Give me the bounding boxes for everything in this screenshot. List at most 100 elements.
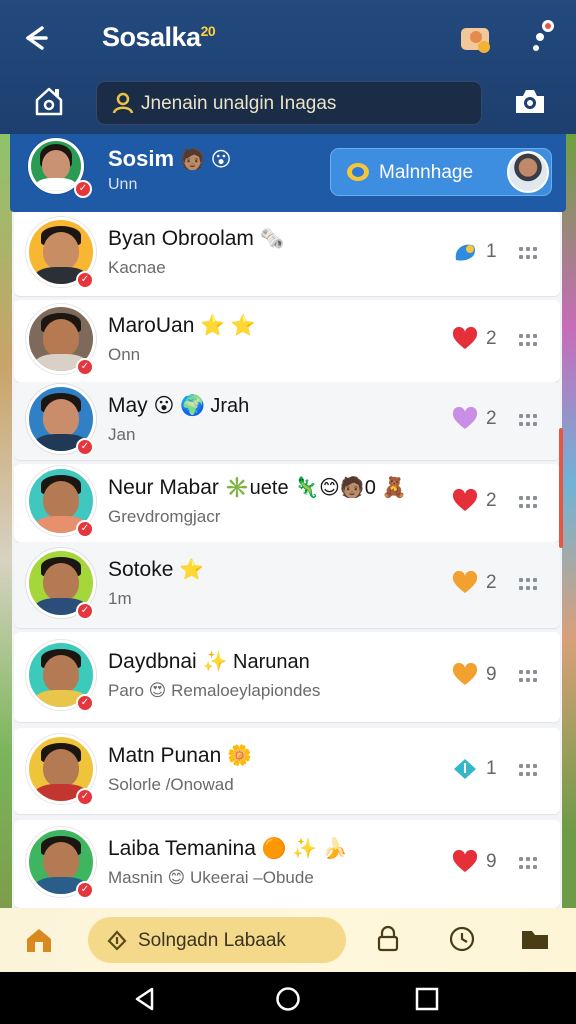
bottom-navigation: Solngadn Labaak [0, 908, 576, 972]
search-input[interactable]: Jnenain unalgin Inagas [96, 81, 482, 125]
reaction-count: 2 [486, 408, 497, 429]
search-pill-label: Solngadn Labaak [138, 930, 286, 951]
contact-name: Neur Mabar ✳️uete 🦎😊🧑🏽0 🧸 [108, 475, 406, 500]
search-placeholder: Jnenain unalgin Inagas [141, 93, 337, 114]
contact-name: Byan Obroolam 🗞️ [108, 226, 285, 251]
reaction-icon[interactable] [452, 662, 478, 687]
list-item[interactable]: ✓ Daydbnai ✨ Narunan Paro 😍 Remaloeylapion… [14, 632, 560, 722]
contact-subtitle-text: Solorle /Onowad [108, 775, 234, 794]
more-icon[interactable] [519, 414, 539, 428]
contact-subtitle: Solorle /Onowad [108, 775, 234, 795]
reaction-icon[interactable] [452, 757, 478, 781]
pinned-subtitle: Unn [108, 176, 138, 193]
contact-name-text: Daydbnai [108, 650, 197, 673]
system-back-icon[interactable] [132, 986, 158, 1012]
reaction-icon[interactable] [452, 570, 478, 595]
lock-icon[interactable] [374, 925, 402, 953]
status-badge: ✓ [76, 788, 94, 806]
status-badge: ✓ [76, 271, 94, 289]
more-icon[interactable] [519, 496, 539, 510]
reaction-icon[interactable] [452, 406, 478, 431]
contact-subtitle-text: Kacnae [108, 258, 166, 277]
reaction-count: 9 [486, 664, 497, 685]
back-icon[interactable] [18, 20, 54, 56]
reaction-count: 1 [486, 758, 497, 779]
status-badge: ✓ [76, 881, 94, 899]
reaction-icon[interactable] [452, 488, 478, 513]
reaction-count: 2 [486, 328, 497, 349]
system-home-icon[interactable] [275, 986, 301, 1012]
contact-subtitle-text: Grevdromgjacr [108, 507, 221, 526]
background-decor-right [562, 134, 576, 909]
contact-name-emoji: ⭐ ⭐ [200, 315, 256, 337]
reaction-count: 2 [486, 572, 497, 593]
contact-name: MaroUan ⭐ ⭐ [108, 313, 256, 338]
more-icon[interactable] [519, 764, 539, 778]
more-icon[interactable] [519, 247, 539, 261]
contact-name-text: Sotoke [108, 558, 174, 581]
list-item[interactable]: ✓ Laiba Temanina 🟠 ✨ 🍌 Masnin 😊 Ukeerai –O… [14, 820, 560, 908]
contact-name-emoji: ✨ Narunan [202, 651, 310, 673]
clock-icon[interactable] [448, 925, 476, 953]
status-badge: ✓ [76, 438, 94, 456]
list-item[interactable]: ✓ MaroUan ⭐ ⭐ Onn 2 [14, 300, 560, 382]
list-item[interactable]: ✓ Byan Obroolam 🗞️ Kacnae 1 [14, 212, 560, 296]
reaction-icon[interactable] [452, 240, 478, 264]
system-recents-icon[interactable] [414, 986, 440, 1012]
contact-subtitle-text: Masnin [108, 868, 163, 887]
chat-bubble-icon [345, 161, 371, 185]
app-title-text: Sosalka [102, 22, 201, 52]
contact-name: Laiba Temanina 🟠 ✨ 🍌 [108, 836, 348, 861]
more-icon[interactable] [519, 857, 539, 871]
more-icon[interactable] [519, 334, 539, 348]
contact-name: Sotoke ⭐ [108, 557, 204, 582]
contact-name: Daydbnai ✨ Narunan [108, 649, 310, 674]
list-item[interactable]: ✓ Sotoke ⭐ 1m 2 [14, 542, 560, 628]
contact-subtitle: Masnin 😊 Ukeerai –Obude [108, 868, 314, 888]
reaction-count: 1 [486, 241, 497, 262]
more-icon[interactable] [519, 578, 539, 592]
contact-name-text: May [108, 394, 148, 417]
search-pill-button[interactable]: Solngadn Labaak [88, 917, 346, 963]
contact-subtitle: Paro 😍 Remaloeylapiondes [108, 681, 320, 701]
search-row: Jnenain unalgin Inagas [0, 76, 576, 132]
folder-icon[interactable] [520, 927, 550, 951]
pinned-name-emoji: 🧑🏽 😮 [180, 149, 232, 171]
contact-name-emoji: ⭐ [179, 559, 205, 581]
app-header: Sosalka20 Jnenain unalgin Inagas [0, 0, 576, 134]
contact-subtitle: 1m [108, 589, 132, 609]
contact-name-emoji: 🌼 [227, 745, 252, 767]
profile-icon[interactable] [458, 20, 494, 56]
contact-subtitle-text: Jan [108, 425, 136, 444]
contact-subtitle: Kacnae [108, 258, 166, 278]
contact-name-emoji: ✳️uete 🦎😊🧑🏽0 🧸 [224, 477, 407, 499]
search-user-icon [111, 91, 135, 115]
reaction-icon[interactable] [452, 326, 478, 351]
list-item[interactable]: ✓ May 😮 🌍 Jrah Jan 2 [14, 382, 560, 460]
contact-subtitle: Onn [108, 345, 140, 365]
system-navigation-bar [0, 972, 576, 1024]
app-title-sup: 20 [200, 23, 216, 39]
home-icon[interactable] [32, 84, 66, 118]
status-badge: ✓ [76, 694, 94, 712]
more-icon[interactable] [519, 670, 539, 684]
reaction-count: 9 [486, 851, 497, 872]
pinned-contact-card[interactable]: ✓ Sosim 🧑🏽 😮 Unn Malnnhage [10, 134, 566, 212]
pinned-name-text: Sosim [108, 146, 175, 171]
contact-subtitle-text: Onn [108, 345, 141, 364]
home-nav-icon[interactable] [24, 926, 54, 954]
settings-icon[interactable] [528, 16, 558, 56]
reaction-icon[interactable] [452, 849, 478, 874]
camera-icon[interactable] [512, 86, 548, 116]
contact-name-text: Laiba Temanina [108, 837, 256, 860]
contact-name-text: MaroUan [108, 314, 195, 337]
status-badge: ✓ [74, 180, 92, 198]
list-item[interactable]: ✓ Neur Mabar ✳️uete 🦎😊🧑🏽0 🧸 Grevdromgjacr 2 [14, 464, 560, 542]
contact-name-text: Neur Mabar [108, 476, 219, 499]
scrollbar[interactable] [559, 428, 563, 548]
manage-button[interactable]: Malnnhage [330, 148, 552, 196]
contact-subtitle: Jan [108, 425, 135, 445]
contact-subtitle-text: Paro [108, 681, 144, 700]
contact-subtitle: Grevdromgjacr [108, 507, 220, 527]
list-item[interactable]: ✓ Matn Punan 🌼 Solorle /Onowad 1 [14, 728, 560, 814]
